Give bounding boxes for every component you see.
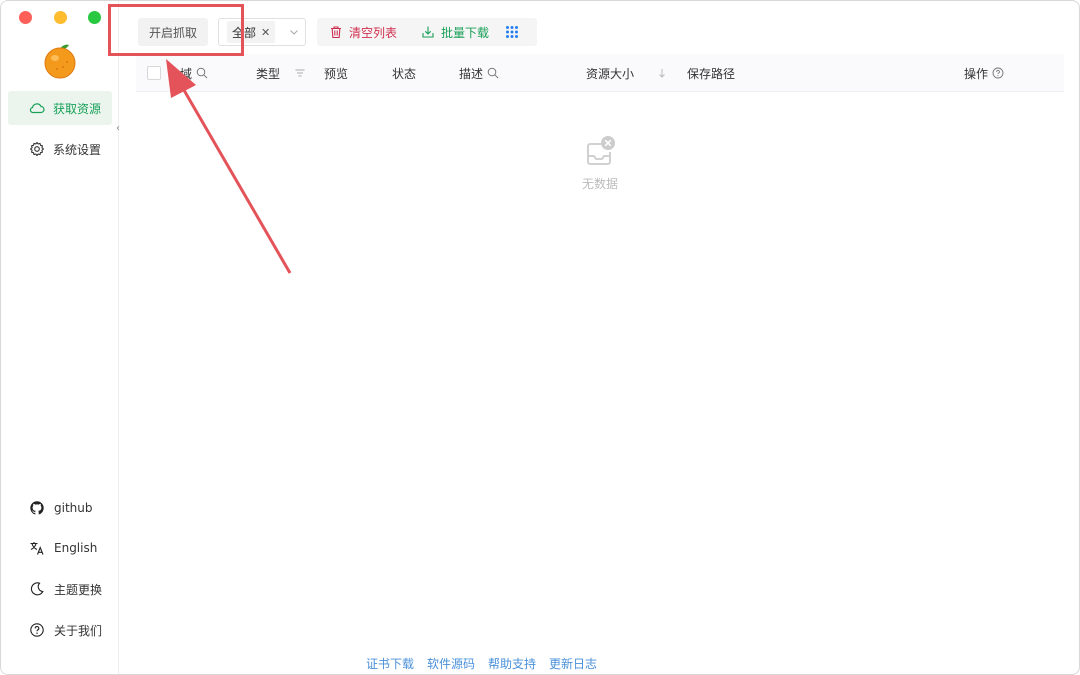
theme-switch[interactable]: 主题更换	[29, 579, 102, 599]
sidebar: 获取资源 系统设置 ‹ github English 主题更换 关于我们	[1, 1, 120, 674]
gear-icon	[29, 141, 45, 157]
column-actions: 操作	[964, 54, 1004, 92]
column-label: 操作	[964, 66, 989, 81]
batch-download-button[interactable]: 批量下载	[409, 18, 501, 46]
moon-icon	[30, 582, 44, 596]
column-label: 类型	[256, 66, 281, 81]
maximize-window-button[interactable]	[88, 11, 101, 24]
footer-link-changelog[interactable]: 更新日志	[549, 655, 597, 672]
close-window-button[interactable]	[19, 11, 32, 24]
column-label: 保存路径	[687, 66, 736, 81]
github-icon	[30, 501, 44, 515]
column-label: 域	[180, 66, 193, 81]
theme-label: 主题更换	[54, 582, 103, 597]
column-domain[interactable]: 域	[180, 54, 208, 92]
chevron-down-icon	[290, 30, 298, 35]
select-all-checkbox[interactable]	[147, 66, 161, 80]
about-us-link[interactable]: 关于我们	[29, 620, 102, 640]
sort-icon[interactable]	[656, 67, 668, 79]
trash-icon	[331, 26, 341, 39]
translate-icon	[30, 542, 44, 555]
empty-state-icon	[575, 134, 625, 171]
filter-icon[interactable]	[294, 67, 306, 79]
column-status: 状态	[392, 54, 416, 92]
orange-logo-icon	[43, 43, 77, 79]
footer-link-help-support[interactable]: 帮助支持	[488, 655, 536, 672]
sidebar-item-label: 系统设置	[53, 142, 102, 157]
minimize-window-button[interactable]	[54, 11, 67, 24]
column-preview: 预览	[324, 54, 348, 92]
column-save-path: 保存路径	[687, 54, 735, 92]
footer-link-source-code[interactable]: 软件源码	[427, 655, 475, 672]
column-label: 预览	[324, 66, 349, 81]
action-button-group: 清空列表 批量下载	[317, 18, 538, 46]
clear-list-button[interactable]: 清空列表	[317, 18, 409, 46]
search-icon[interactable]	[196, 67, 208, 79]
table-header: 域 类型 预览 状态 描述 资源大小 保存路径 操作	[136, 54, 1064, 92]
column-label: 状态	[392, 66, 417, 81]
batch-download-label: 批量下载	[441, 25, 490, 40]
sidebar-item-get-resources[interactable]: 获取资源	[8, 91, 112, 125]
column-size[interactable]: 资源大小	[586, 54, 668, 92]
help-circle-icon[interactable]	[992, 67, 1004, 79]
footer-link-cert-download[interactable]: 证书下载	[366, 655, 414, 672]
github-link[interactable]: github	[29, 498, 92, 518]
clear-list-label: 清空列表	[349, 25, 398, 40]
sidebar-item-settings[interactable]: 系统设置	[8, 132, 112, 166]
help-circle-icon	[30, 623, 44, 637]
download-icon	[422, 26, 434, 38]
column-label: 资源大小	[586, 66, 635, 81]
sidebar-item-label: 获取资源	[53, 101, 102, 116]
search-icon[interactable]	[487, 67, 499, 79]
column-description[interactable]: 描述	[459, 54, 499, 92]
about-label: 关于我们	[54, 623, 103, 638]
column-type[interactable]: 类型	[256, 54, 306, 92]
cloud-icon	[29, 103, 45, 114]
empty-state-text: 无数据	[581, 177, 618, 191]
main-content: 开启抓取 全部 ✕ 清空列表 批量下载 域 类型 预览 状态 描述 资源大小 保…	[120, 1, 1079, 674]
annotation-highlight-box	[108, 4, 244, 56]
language-switch[interactable]: English	[29, 538, 97, 558]
app-window: 获取资源 系统设置 ‹ github English 主题更换 关于我们 开启抓…	[0, 0, 1080, 675]
remove-tag-icon[interactable]: ✕	[261, 26, 270, 39]
grid-icon	[506, 26, 519, 38]
footer-links: 证书下载 软件源码 帮助支持 更新日志	[366, 655, 610, 672]
language-label: English	[54, 541, 98, 555]
github-label: github	[54, 501, 93, 515]
grid-view-button[interactable]	[501, 18, 537, 46]
column-label: 描述	[459, 66, 484, 81]
